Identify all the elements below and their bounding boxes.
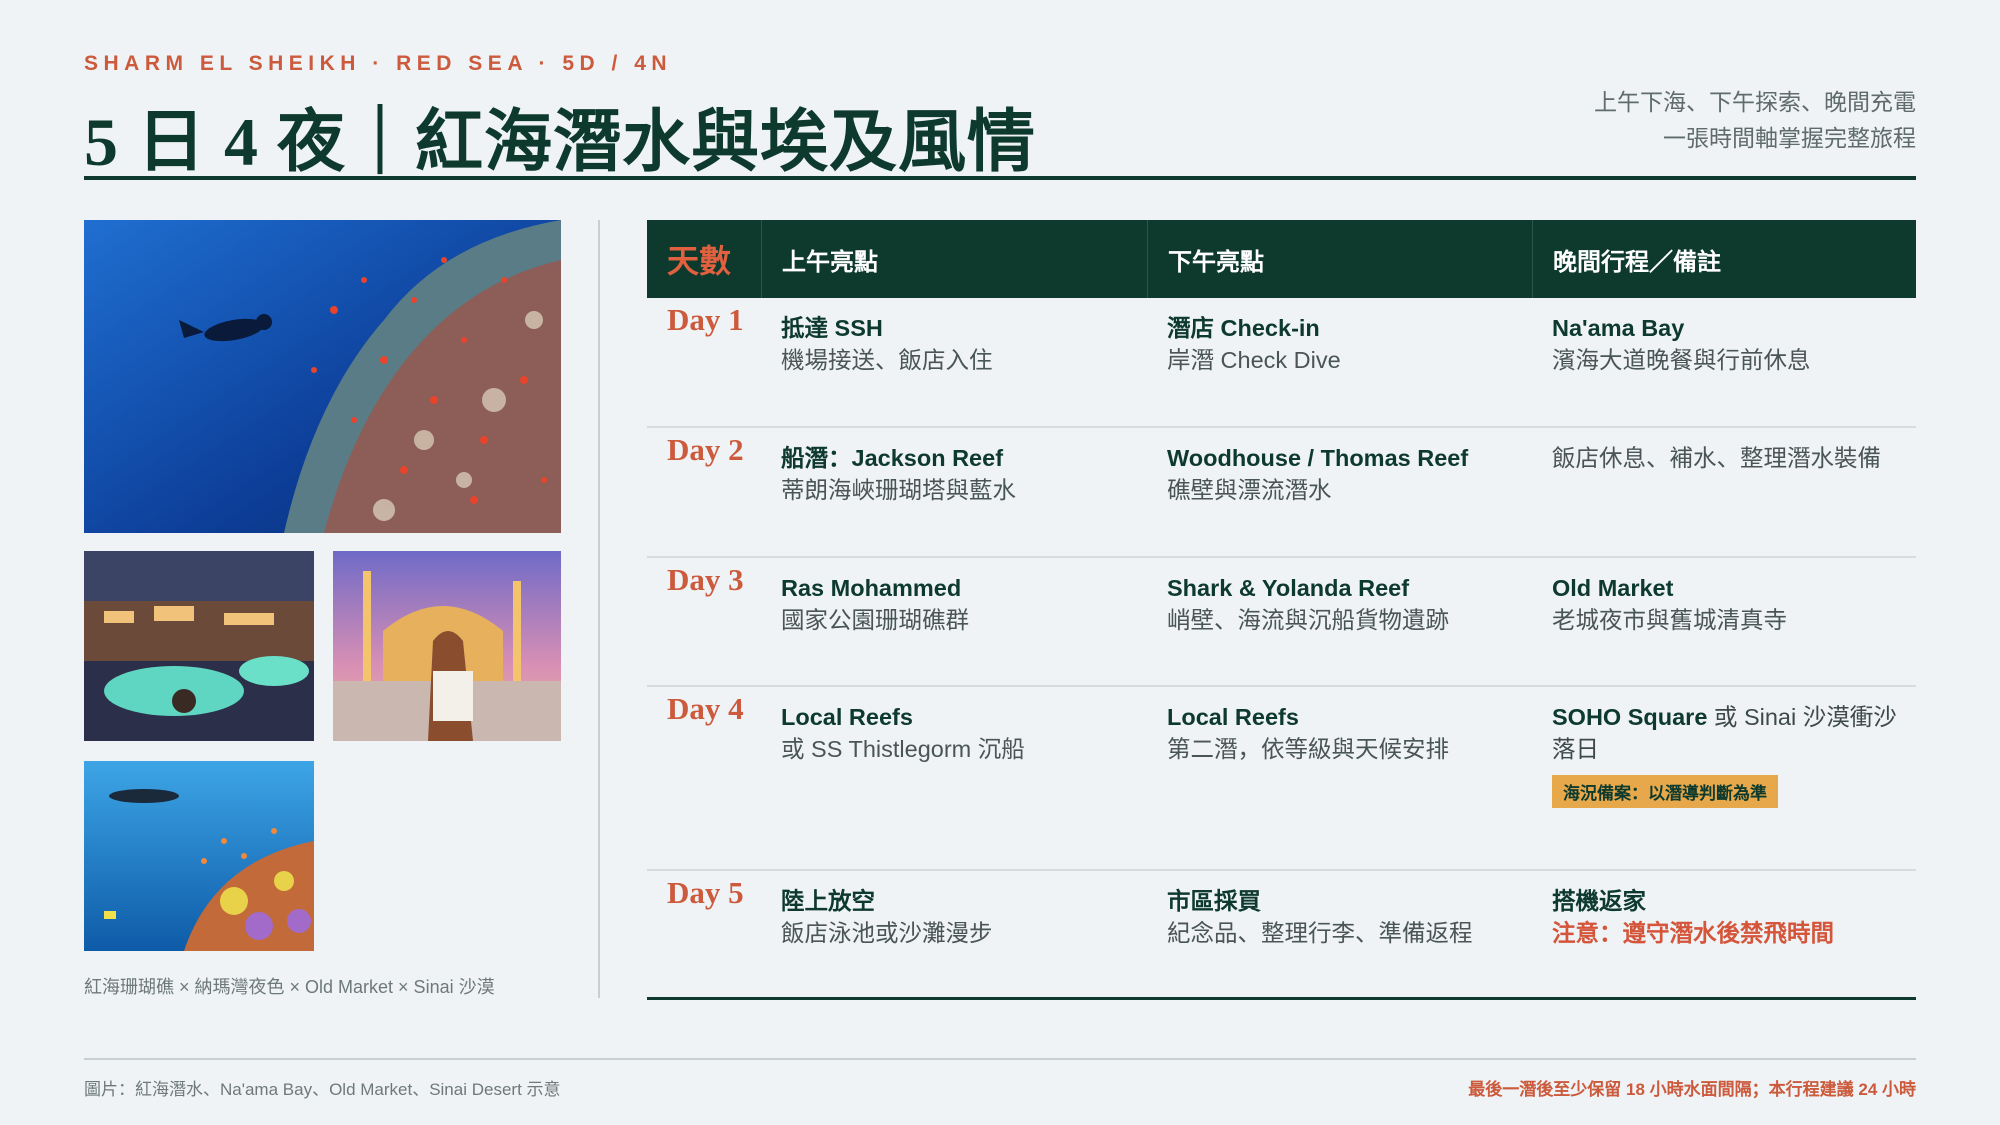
table-row: Day 2 船潛：Jackson Reef 蒂朗海峽珊瑚塔與藍水 Woodhou… (647, 428, 1916, 558)
day-label: Day 2 (667, 432, 744, 467)
morning-sub: 機場接送、飯店入住 (781, 347, 993, 373)
afternoon-sub: 礁壁與漂流潛水 (1167, 477, 1332, 503)
evening-title: Old Market (1552, 575, 1674, 601)
morning-sub: 飯店泳池或沙灘漫步 (781, 920, 993, 946)
itinerary-table: 天數 上午亮點 下午亮點 晚間行程／備註 Day 1 抵達 SSH 機場接送、飯… (647, 220, 1916, 1000)
evening-sub: 老城夜市與舊城清真寺 (1552, 607, 1787, 633)
gallery-caption: 紅海珊瑚礁 × 納瑪灣夜色 × Old Market × Sinai 沙漠 (84, 977, 495, 997)
afternoon-sub: 岸潛 Check Dive (1167, 347, 1341, 373)
afternoon-sub: 峭壁、海流與沉船貨物遺跡 (1167, 607, 1449, 633)
morning-title: 陸上放空 (781, 888, 875, 914)
evening-alert: 注意：遵守潛水後禁飛時間 (1552, 920, 1834, 946)
header-evening: 晚間行程／備註 (1532, 220, 1916, 298)
header-morning: 上午亮點 (761, 220, 1147, 298)
evening-title-bold: SOHO Square (1552, 704, 1708, 730)
day-label: Day 5 (667, 875, 744, 910)
evening-cell: Old Market 老城夜市與舊城清真寺 (1532, 558, 1916, 685)
evening-title: SOHO Square 或 Sinai 沙漠衝沙落日 (1552, 701, 1916, 765)
afternoon-title: 市區採買 (1167, 888, 1261, 914)
morning-title: Local Reefs (781, 704, 913, 730)
morning-cell: 抵達 SSH 機場接送、飯店入住 (761, 298, 1147, 426)
weather-badge: 海況備案：以潛導判斷為準 (1552, 775, 1778, 808)
header-afternoon: 下午亮點 (1147, 220, 1532, 298)
morning-cell: Ras Mohammed 國家公園珊瑚礁群 (761, 558, 1147, 685)
morning-cell: 陸上放空 飯店泳池或沙灘漫步 (761, 871, 1147, 997)
morning-title: 抵達 SSH (781, 315, 883, 341)
footer-divider (84, 1058, 1916, 1060)
afternoon-title: Shark & Yolanda Reef (1167, 575, 1410, 601)
table-row: Day 5 陸上放空 飯店泳池或沙灘漫步 市區採買 紀念品、整理行李、準備返程 … (647, 871, 1916, 1000)
table-row: Day 4 Local Reefs 或 SS Thistlegorm 沉船 Lo… (647, 687, 1916, 871)
afternoon-cell: Woodhouse / Thomas Reef 礁壁與漂流潛水 (1147, 428, 1532, 556)
afternoon-sub: 紀念品、整理行李、準備返程 (1167, 920, 1473, 946)
tagline: 上午下海、下午探索、晚間充電 一張時間軸掌握完整旅程 (1594, 84, 1916, 156)
photo-credit: 圖片：紅海潛水、Na'ama Bay、Old Market、Sinai Dese… (84, 1080, 561, 1099)
morning-cell: 船潛：Jackson Reef 蒂朗海峽珊瑚塔與藍水 (761, 428, 1147, 556)
morning-sub: 或 SS Thistlegorm 沉船 (781, 736, 1025, 762)
afternoon-title: Local Reefs (1167, 704, 1299, 730)
day-label: Day 3 (667, 562, 744, 597)
column-divider (598, 220, 600, 998)
safety-note: 最後一潛後至少保留 18 小時水面間隔；本行程建議 24 小時 (1468, 1080, 1916, 1099)
afternoon-cell: 潛店 Check-in 岸潛 Check Dive (1147, 298, 1532, 426)
tagline-line-2: 一張時間軸掌握完整旅程 (1663, 125, 1916, 151)
header-divider (84, 176, 1916, 180)
day-label: Day 4 (667, 691, 744, 726)
evening-title: Na'ama Bay (1552, 315, 1685, 341)
table-header: 天數 上午亮點 下午亮點 晚間行程／備註 (647, 220, 1916, 298)
evening-cell: Na'ama Bay 濱海大道晚餐與行前休息 (1532, 298, 1916, 426)
afternoon-title: Woodhouse / Thomas Reef (1167, 445, 1469, 471)
kicker-text: SHARM EL SHEIKH · RED SEA · 5D / 4N (84, 52, 673, 75)
photo-diver-coral-reef (84, 220, 561, 533)
evening-cell: 飯店休息、補水、整理潛水裝備 (1532, 428, 1916, 556)
afternoon-cell: Local Reefs 第二潛，依等級與天候安排 (1147, 687, 1532, 869)
photo-old-market-mosque (333, 551, 561, 741)
evening-sub: 飯店休息、補水、整理潛水裝備 (1552, 445, 1881, 471)
evening-cell: SOHO Square 或 Sinai 沙漠衝沙落日 海況備案：以潛導判斷為準 (1532, 687, 1916, 869)
table-row: Day 3 Ras Mohammed 國家公園珊瑚礁群 Shark & Yola… (647, 558, 1916, 687)
morning-cell: Local Reefs 或 SS Thistlegorm 沉船 (761, 687, 1147, 869)
morning-title: 船潛：Jackson Reef (781, 445, 1004, 471)
evening-sub: 濱海大道晚餐與行前休息 (1552, 347, 1811, 373)
afternoon-cell: 市區採買 紀念品、整理行李、準備返程 (1147, 871, 1532, 997)
afternoon-cell: Shark & Yolanda Reef 峭壁、海流與沉船貨物遺跡 (1147, 558, 1532, 685)
day-label: Day 1 (667, 302, 744, 337)
morning-sub: 國家公園珊瑚礁群 (781, 607, 969, 633)
page-title: 5 日 4 夜｜紅海潛水與埃及風情 (84, 104, 1037, 180)
header-day: 天數 (667, 243, 732, 279)
morning-title: Ras Mohammed (781, 575, 962, 601)
table-row: Day 1 抵達 SSH 機場接送、飯店入住 潛店 Check-in 岸潛 Ch… (647, 298, 1916, 428)
afternoon-title: 潛店 Check-in (1167, 315, 1320, 341)
evening-title: 搭機返家 (1552, 888, 1646, 914)
morning-sub: 蒂朗海峽珊瑚塔與藍水 (781, 477, 1016, 503)
photo-naama-bay-night (84, 551, 314, 741)
photo-snorkel-reef (84, 761, 314, 951)
afternoon-sub: 第二潛，依等級與天候安排 (1167, 736, 1449, 762)
tagline-line-1: 上午下海、下午探索、晚間充電 (1594, 89, 1916, 115)
evening-cell: 搭機返家 注意：遵守潛水後禁飛時間 (1532, 871, 1916, 997)
